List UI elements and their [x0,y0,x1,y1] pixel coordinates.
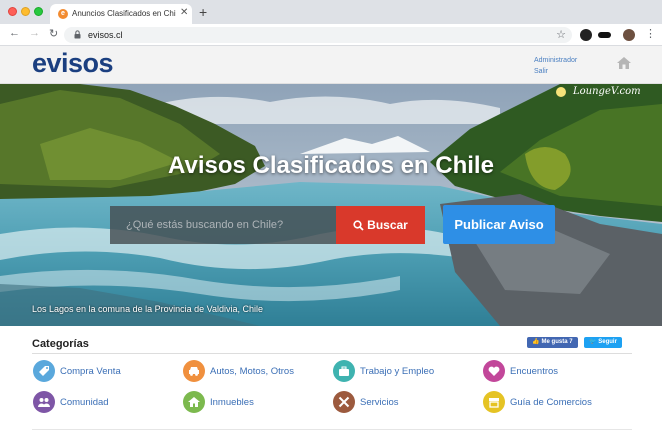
maximize-window-button[interactable] [34,7,43,16]
search-button-label: Buscar [367,218,408,232]
divider [32,353,632,354]
url-text: evisos.cl [88,30,123,40]
image-caption: Los Lagos en la comuna de la Provincia d… [32,304,263,314]
category-label: Trabajo y Empleo [360,366,435,377]
category-label: Comunidad [60,397,109,408]
reload-icon[interactable]: ↻ [49,27,58,40]
logout-link[interactable]: Salir [534,68,548,75]
twitter-follow-button[interactable]: 🐦 Seguir [584,337,622,348]
search-input[interactable] [110,206,336,244]
search-icon [353,220,364,231]
admin-link[interactable]: Administrador [534,57,577,64]
tools-icon [333,391,355,413]
publish-ad-button[interactable]: Publicar Aviso [443,205,555,244]
facebook-like-button[interactable]: 👍 Me gusta 7 [527,337,578,348]
category-label: Guía de Comercios [510,397,592,408]
browser-tab[interactable]: e Anuncios Clasificados en Chile ✕ [50,4,192,24]
tab-title: Anuncios Clasificados en Chile [72,9,176,18]
new-tab-button[interactable]: + [199,4,207,20]
favicon-icon: e [58,9,68,19]
categories-section: Categorías 👍 Me gusta 7 🐦 Seguir Compra … [0,326,662,432]
hero-banner: LoungeV.com Avisos Clasificados en Chile… [0,84,662,326]
category-label: Compra Venta [60,366,121,377]
category-label: Encuentros [510,366,559,377]
briefcase-icon [333,360,355,382]
category-label: Autos, Motos, Otros [210,366,294,377]
lock-icon [74,30,81,39]
address-bar[interactable]: evisos.cl ☆ [64,27,572,43]
tag-icon [33,360,55,382]
home-icon[interactable] [616,56,632,70]
forward-arrow-icon[interactable]: → [29,27,40,39]
site-header: evisos Administrador Salir [0,46,662,84]
watermark-sun-icon [556,87,566,97]
close-window-button[interactable] [8,7,17,16]
hero-title: Avisos Clasificados en Chile [168,152,494,179]
search-button[interactable]: Buscar [336,206,425,244]
divider [32,429,632,430]
store-icon [483,391,505,413]
category-label: Inmuebles [210,397,254,408]
hero-background-image [0,84,662,326]
close-tab-icon[interactable]: ✕ [180,7,188,18]
tab-strip: e Anuncios Clasificados en Chile ✕ + [0,0,662,24]
car-icon [183,360,205,382]
heart-icon [483,360,505,382]
extension-shield-icon[interactable] [580,29,592,41]
people-icon [33,391,55,413]
minimize-window-button[interactable] [21,7,30,16]
extension-glasses-icon[interactable] [598,32,611,38]
browser-window: e Anuncios Clasificados en Chile ✕ + ← →… [0,0,662,432]
profile-avatar[interactable] [623,29,635,41]
category-label: Servicios [360,397,399,408]
site-logo[interactable]: evisos [32,48,114,79]
back-arrow-icon[interactable]: ← [9,27,20,39]
categories-heading: Categorías [32,338,89,350]
browser-toolbar: ← → ↻ evisos.cl ☆ ⋮ [0,24,662,46]
bookmark-star-icon[interactable]: ☆ [556,28,566,41]
watermark-text: LoungeV.com [573,86,641,97]
browser-menu-icon[interactable]: ⋮ [645,27,656,40]
house-icon [183,391,205,413]
